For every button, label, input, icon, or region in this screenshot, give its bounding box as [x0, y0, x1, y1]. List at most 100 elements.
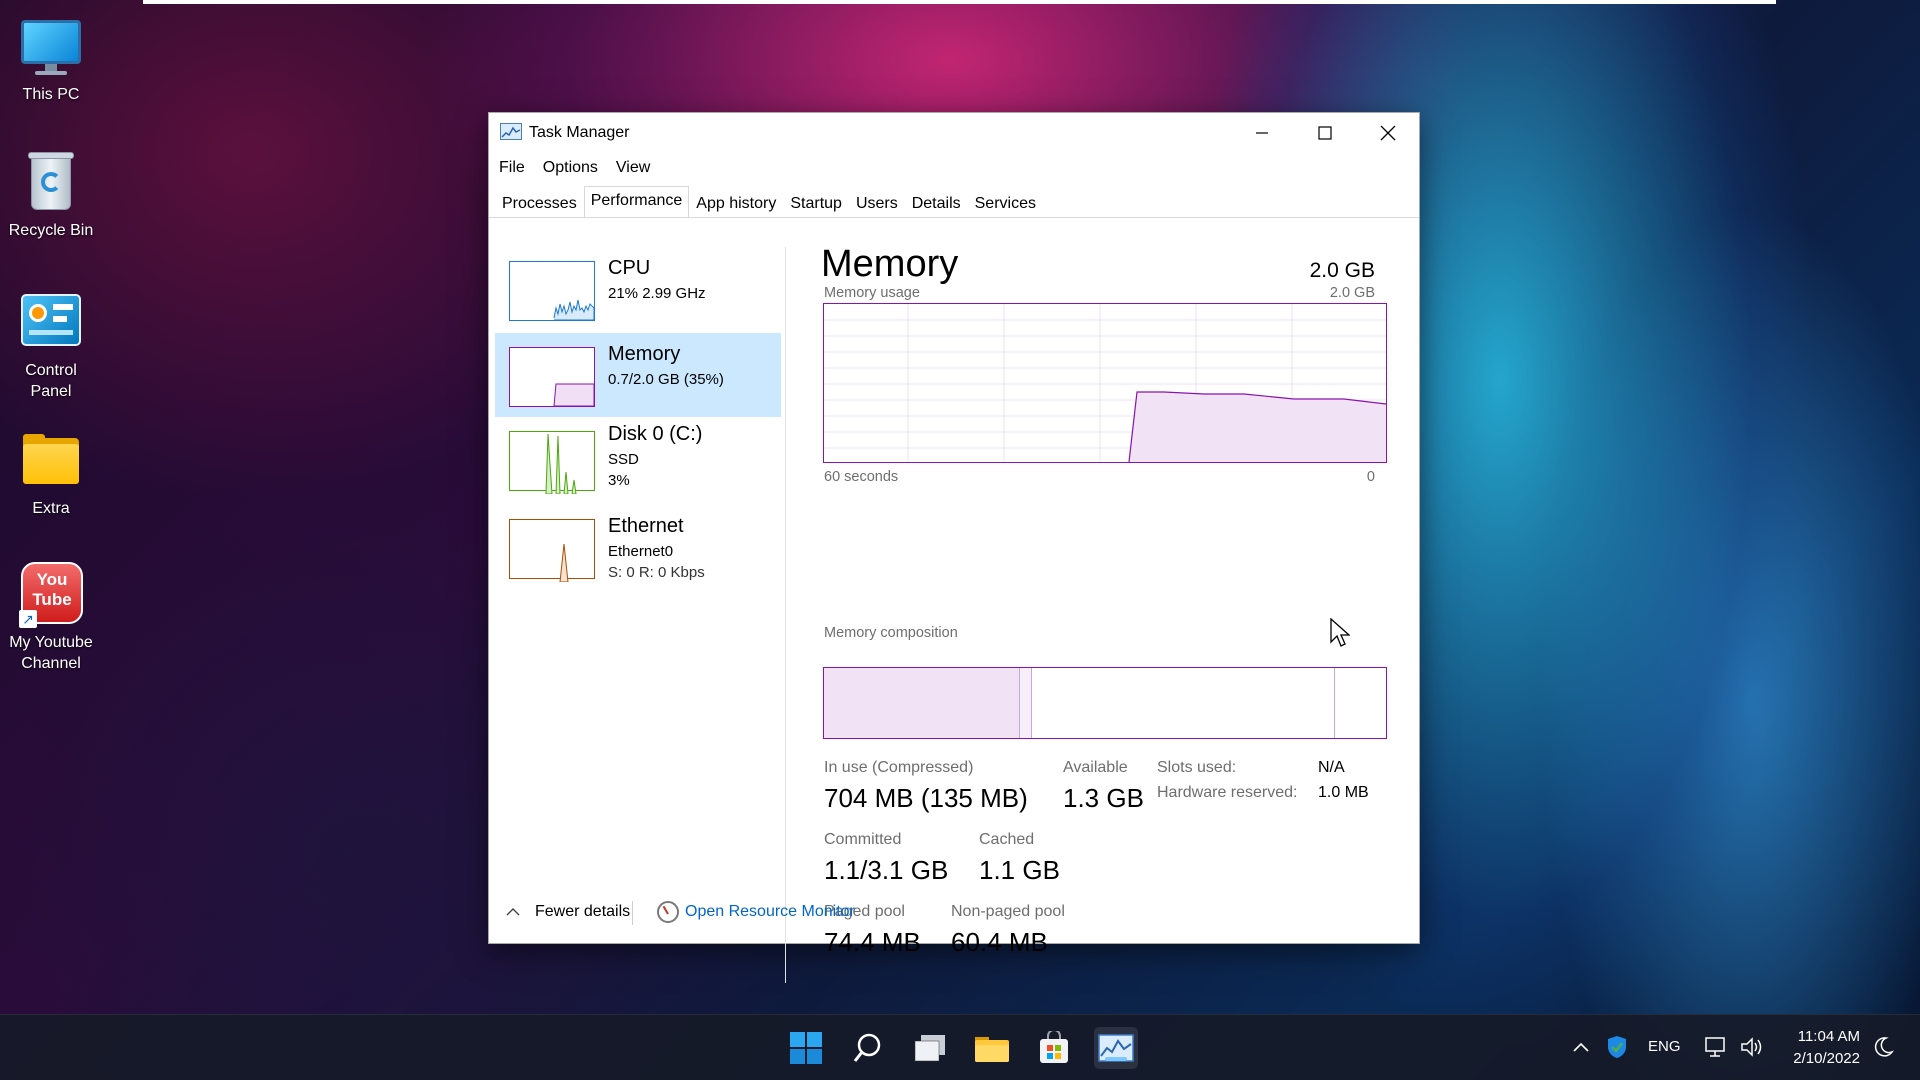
shortcut-arrow-icon: ↗ [19, 610, 37, 628]
search-button[interactable] [846, 1027, 890, 1069]
fewer-details-button[interactable]: Fewer details [505, 903, 630, 921]
system-clock[interactable]: 11:04 AM 2/10/2022 [1793, 1026, 1860, 1070]
chevron-up-icon [506, 908, 520, 916]
tab-divider [489, 217, 1419, 218]
disk-thumbnail [509, 431, 595, 495]
slots-used-label: Slots used: [1157, 759, 1237, 776]
tab-services[interactable]: Services [968, 189, 1043, 217]
hardware-reserved-label: Hardware reserved: [1157, 784, 1298, 801]
sidebar-item-title: Ethernet [608, 515, 684, 537]
in-use-value: 704 MB (135 MB) [824, 783, 1028, 813]
youtube-icon: You Tube ↗ [19, 562, 83, 628]
shield-icon[interactable] [1606, 1035, 1628, 1059]
network-icon[interactable] [1704, 1036, 1728, 1058]
sidebar-item-disk[interactable]: Disk 0 (C:) SSD 3% [495, 417, 781, 501]
task-manager-window: Task Manager File Options View Processes P… [488, 112, 1420, 983]
window-title: Task Manager [529, 124, 630, 141]
top-strip [143, 0, 1776, 4]
desktop-icon-label: Panel [30, 383, 72, 400]
sidebar-item-detail: 0.7/2.0 GB (35%) [608, 371, 724, 388]
control-panel-icon [19, 290, 83, 354]
menu-bar: File Options View [489, 157, 659, 183]
sidebar-divider [785, 247, 786, 983]
sidebar-item-ethernet[interactable]: Ethernet Ethernet0 S: 0 R: 0 Kbps [495, 509, 781, 593]
task-manager-taskbar-button[interactable] [1094, 1027, 1138, 1069]
hardware-reserved-value: 1.0 MB [1318, 784, 1369, 801]
tab-details[interactable]: Details [905, 189, 968, 217]
desktop-icon-label: Channel [21, 655, 81, 672]
available-label: Available [1063, 759, 1128, 776]
sidebar-item-detail: S: 0 R: 0 Kbps [608, 564, 705, 581]
clock-date: 2/10/2022 [1793, 1050, 1860, 1067]
desktop-icon-label: Extra [32, 500, 70, 517]
committed-label: Committed [824, 831, 902, 848]
memory-usage-graph [823, 303, 1387, 463]
clock-time: 11:04 AM [1797, 1028, 1860, 1045]
cpu-thumbnail [509, 261, 595, 321]
footer: Fewer details Open Resource Monitor [489, 893, 1419, 933]
task-view-button[interactable] [908, 1027, 952, 1069]
recycle-bin-icon [19, 150, 83, 214]
memory-panel: Memory 2.0 GB Memory usage 2.0 GB 60 sec… [821, 243, 1401, 983]
desktop-icon-label: This PC [22, 86, 80, 103]
task-manager-icon [500, 123, 522, 140]
memory-composition-bar [823, 667, 1387, 739]
maximize-icon [1318, 126, 1332, 140]
tab-app-history[interactable]: App history [689, 189, 783, 217]
tab-processes[interactable]: Processes [495, 189, 584, 217]
memory-total: 2.0 GB [1309, 259, 1375, 282]
search-icon [853, 1033, 881, 1062]
usage-max: 2.0 GB [1329, 285, 1375, 301]
menu-options[interactable]: Options [534, 157, 607, 179]
mouse-cursor-icon [1330, 618, 1350, 647]
taskbar: ENG 11:04 AM 2/10/2022 [0, 1014, 1920, 1080]
desktop-icon-label: My Youtube [9, 634, 93, 651]
file-explorer-button[interactable] [970, 1027, 1014, 1069]
desktop-icon-this-pc[interactable]: This PC [0, 14, 102, 105]
sidebar-item-title: Disk 0 (C:) [608, 423, 703, 445]
menu-view[interactable]: View [607, 157, 659, 179]
store-icon [1040, 1031, 1068, 1063]
minimize-button[interactable] [1231, 113, 1293, 153]
notification-moon-icon[interactable] [1872, 1036, 1894, 1058]
tab-users[interactable]: Users [849, 189, 905, 217]
committed-value: 1.1/3.1 GB [824, 855, 949, 885]
ethernet-thumbnail [509, 519, 595, 583]
sidebar-item-detail: 3% [608, 472, 630, 489]
graph-axis-right: 0 [1366, 469, 1375, 485]
computer-icon [19, 14, 83, 78]
store-button[interactable] [1032, 1027, 1076, 1069]
start-button[interactable] [784, 1027, 828, 1069]
sidebar-item-title: CPU [608, 257, 651, 279]
usage-label: Memory usage [824, 285, 920, 301]
desktop-icon-label: Control [25, 362, 77, 379]
close-button[interactable] [1357, 113, 1419, 153]
cached-value: 1.1 GB [979, 855, 1060, 885]
close-icon [1380, 125, 1396, 141]
tab-performance[interactable]: Performance [583, 186, 690, 217]
language-indicator[interactable]: ENG [1648, 1038, 1681, 1055]
title-bar[interactable]: Task Manager [489, 113, 1419, 153]
windows-logo-icon [790, 1032, 822, 1064]
volume-icon[interactable] [1740, 1036, 1764, 1058]
in-use-label: In use (Compressed) [824, 759, 974, 776]
tab-strip: Processes Performance App history Startu… [495, 186, 1043, 217]
desktop-icon-recycle-bin[interactable]: Recycle Bin [0, 150, 102, 241]
sidebar-item-detail: Ethernet0 [608, 543, 674, 560]
sidebar-item-cpu[interactable]: CPU 21% 2.99 GHz [495, 245, 781, 329]
composition-label: Memory composition [824, 625, 958, 641]
available-value: 1.3 GB [1063, 783, 1144, 813]
resource-monitor-icon [657, 901, 679, 923]
maximize-button[interactable] [1294, 113, 1356, 153]
menu-file[interactable]: File [489, 157, 534, 179]
desktop-icon-youtube[interactable]: You Tube ↗ My Youtube Channel [0, 562, 102, 674]
graph-axis-left: 60 seconds [824, 469, 899, 485]
desktop-icon-extra[interactable]: Extra [0, 428, 102, 519]
open-resource-monitor-link[interactable]: Open Resource Monitor [685, 903, 855, 921]
chevron-up-icon[interactable] [1572, 1041, 1590, 1053]
tab-startup[interactable]: Startup [783, 189, 849, 217]
desktop-icon-control-panel[interactable]: Control Panel [0, 290, 102, 402]
active-app-indicator [1105, 1057, 1127, 1061]
sidebar-item-memory[interactable]: Memory 0.7/2.0 GB (35%) [495, 333, 781, 417]
minimize-icon [1256, 132, 1268, 134]
